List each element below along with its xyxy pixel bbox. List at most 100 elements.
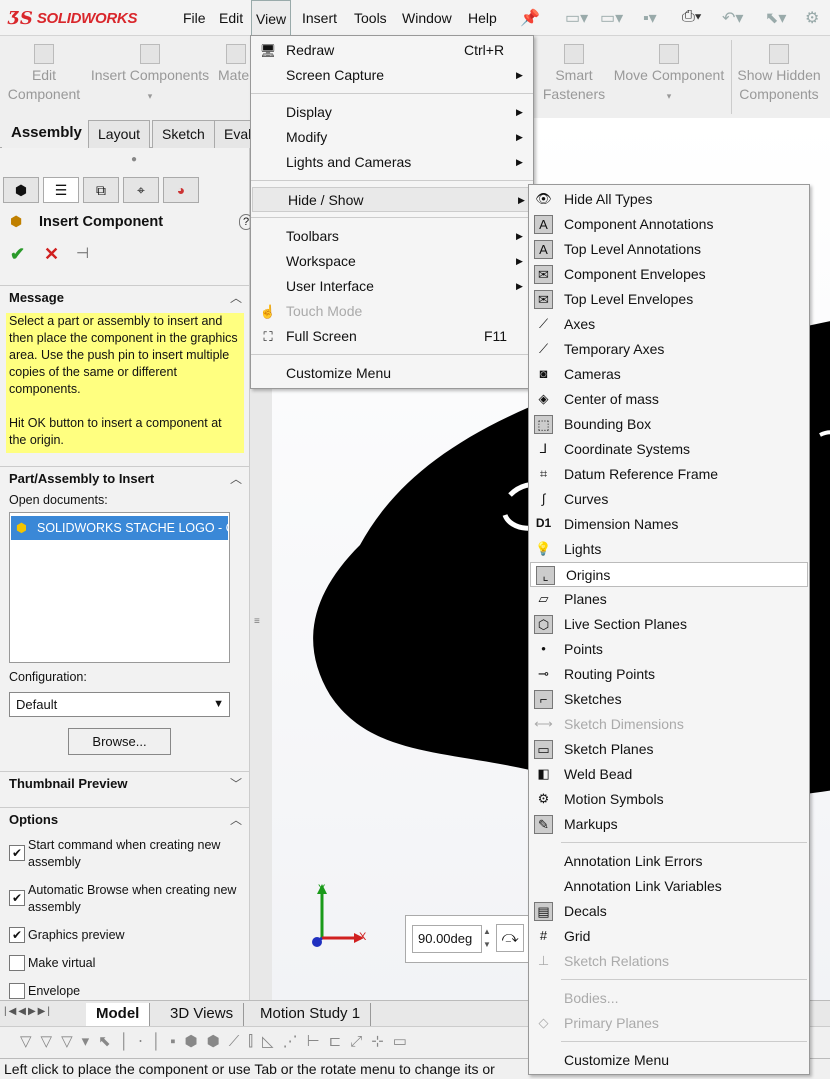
message-section-header[interactable]: Message ︿ xyxy=(0,285,250,309)
hide-show-menu-item[interactable]: ⊸ Routing Points xyxy=(529,662,809,687)
hide-show-menu-item[interactable]: ✉ Top Level Envelopes xyxy=(529,287,809,312)
hide-show-menu-item[interactable]: ⌗ Datum Reference Frame xyxy=(529,462,809,487)
rebuild-icon[interactable]: ⚙ xyxy=(805,8,819,28)
hide-show-menu-item[interactable]: ⟋ Axes xyxy=(529,312,809,337)
menu-edit[interactable]: Edit xyxy=(215,0,247,36)
open-document-icon[interactable]: ▭▾ xyxy=(600,8,623,28)
menu-view[interactable]: View xyxy=(251,0,292,35)
tab-3d-views[interactable]: 3D Views xyxy=(160,1003,245,1027)
rotate-icon[interactable]: ⤼ xyxy=(496,924,524,952)
view-menu-item[interactable]: Display ▶ xyxy=(251,100,533,125)
featuremanager-tab-icon[interactable]: ⬢ xyxy=(3,177,39,203)
hide-show-menu-item[interactable]: ▤ Decals xyxy=(529,899,809,924)
hide-show-menu-item[interactable]: ⚙ Motion Symbols xyxy=(529,787,809,812)
view-menu-item[interactable]: Screen Capture ▶ xyxy=(251,63,533,88)
configuration-select[interactable]: Default ▼ xyxy=(9,692,230,717)
hide-show-menu-item[interactable]: ✎ Markups xyxy=(529,812,809,837)
hide-show-menu-item[interactable]: ⌐ Sketches xyxy=(529,687,809,712)
open-documents-list[interactable]: ⬢ SOLIDWORKS STACHE LOGO - C xyxy=(9,512,230,663)
show-hidden-components-button[interactable]: Show Hidden Components xyxy=(734,36,824,118)
hide-show-menu-item[interactable]: ⟋ Temporary Axes xyxy=(529,337,809,362)
smart-fasteners-button[interactable]: Smart Fasteners xyxy=(538,36,610,118)
pin-menu-icon[interactable]: 📌 xyxy=(520,8,540,28)
menu-help[interactable]: Help xyxy=(464,0,501,36)
make-virtual-checkbox[interactable] xyxy=(9,955,25,971)
propertymanager-tab-icon[interactable]: ☰ xyxy=(43,177,79,203)
cancel-x-icon[interactable]: ✕ xyxy=(44,244,59,265)
hide-show-menu-item[interactable]: ▱ Planes xyxy=(529,587,809,612)
move-component-button[interactable]: Move Component ▾ xyxy=(610,36,728,118)
hide-show-menu-item[interactable]: 👁 Hide All Types xyxy=(529,187,809,212)
options-section-header[interactable]: Options ︿ xyxy=(0,807,250,831)
insert-components-button[interactable]: Insert Components ▾ xyxy=(88,36,212,118)
hide-show-menu-item[interactable]: ∫ Curves xyxy=(529,487,809,512)
part-assembly-section-header[interactable]: Part/Assembly to Insert ︿ xyxy=(0,466,250,490)
view-menu-item[interactable]: Workspace ▶ xyxy=(251,249,533,274)
push-pin-icon[interactable]: ⊣ xyxy=(76,244,89,262)
tab-assembly[interactable]: Assembly xyxy=(2,120,91,148)
tab-scroll-arrows-icon[interactable]: |◀◀▶▶| xyxy=(4,1006,52,1017)
menu-insert[interactable]: Insert xyxy=(298,0,341,36)
hide-show-menu-item[interactable]: ✉ Component Envelopes xyxy=(529,262,809,287)
view-menu-item[interactable]: Hide / Show ▶ xyxy=(252,187,532,212)
print-icon[interactable]: ⎙▾ xyxy=(682,8,702,28)
start-command-checkbox[interactable]: ✔ xyxy=(9,845,25,861)
tab-sketch[interactable]: Sketch xyxy=(152,120,215,148)
view-menu-item[interactable]: Lights and Cameras ▶ xyxy=(251,150,533,175)
hide-show-menu-item[interactable]: ◈ Center of mass xyxy=(529,387,809,412)
hide-show-menu-item[interactable]: D1 Dimension Names xyxy=(529,512,809,537)
hide-show-menu-item[interactable]: Customize Menu xyxy=(529,1048,809,1073)
new-document-icon[interactable]: ▭▾ xyxy=(565,8,588,28)
hide-show-menu-item[interactable]: ⬚ Bounding Box xyxy=(529,412,809,437)
view-menu-item[interactable]: Modify ▶ xyxy=(251,125,533,150)
hide-show-menu-item[interactable]: ▭ Sketch Planes xyxy=(529,737,809,762)
envelope-checkbox[interactable] xyxy=(9,983,25,999)
hide-show-menu-item[interactable]: ◧ Weld Bead xyxy=(529,762,809,787)
select-icon[interactable]: ⬉▾ xyxy=(765,8,786,28)
menu-window[interactable]: Window xyxy=(398,0,456,36)
displaymanager-tab-icon[interactable]: ◕ xyxy=(163,177,199,203)
menu-file[interactable]: File xyxy=(179,0,210,36)
hide-show-menu-item[interactable]: ⬡ Live Section Planes xyxy=(529,612,809,637)
rotate-angle-input[interactable]: 90.00deg xyxy=(412,925,482,953)
tab-layout[interactable]: Layout xyxy=(88,120,151,148)
filter-icons[interactable]: ▽▽▽▾⬉│⋅│▪⬢⬢⟋⫿◺⋰⊢⊏⤢⊹▭ xyxy=(20,1032,416,1050)
edit-component-button[interactable]: Edit Component xyxy=(6,36,82,118)
automatic-browse-checkbox[interactable]: ✔ xyxy=(9,890,25,906)
collapse-handle-icon[interactable]: ● xyxy=(131,154,137,165)
configurationmanager-tab-icon[interactable]: ⧉ xyxy=(83,177,119,203)
tab-model[interactable]: Model xyxy=(86,1003,151,1027)
list-item[interactable]: ⬢ SOLIDWORKS STACHE LOGO - C xyxy=(11,516,228,540)
hide-show-menu-item[interactable]: ⌞ Origins xyxy=(530,562,808,587)
hide-show-menu-item[interactable]: # Grid xyxy=(529,924,809,949)
browse-button[interactable]: Browse... xyxy=(68,728,171,755)
mate-button[interactable]: Mate xyxy=(218,36,250,118)
angle-spinner[interactable]: ▲ ▼ xyxy=(483,925,491,951)
tab-motion-study[interactable]: Motion Study 1 xyxy=(250,1003,372,1027)
hide-show-menu-item[interactable]: • Points xyxy=(529,637,809,662)
thumbnail-preview-section-header[interactable]: Thumbnail Preview ﹀ xyxy=(0,771,250,795)
undo-icon[interactable]: ↶▾ xyxy=(722,8,743,28)
hide-show-menu-item[interactable]: Annotation Link Variables xyxy=(529,874,809,899)
save-icon[interactable]: ▪▾ xyxy=(643,8,657,28)
hide-show-menu-item[interactable]: 💡 Lights xyxy=(529,537,809,562)
dimxpertmanager-tab-icon[interactable]: ⌖ xyxy=(123,177,159,203)
hide-show-menu-item[interactable]: Annotation Link Errors xyxy=(529,849,809,874)
menu-item-label: User Interface xyxy=(286,278,374,294)
view-menu-item[interactable]: Toolbars ▶ xyxy=(251,224,533,249)
view-menu-item[interactable]: 🖥 Redraw Ctrl+R xyxy=(251,38,533,63)
view-menu-item[interactable]: ⛶ Full Screen F11 xyxy=(251,324,533,349)
hide-show-menu-item[interactable]: ⅃ Coordinate Systems xyxy=(529,437,809,462)
option-label: Envelope xyxy=(28,984,81,998)
graphics-preview-checkbox[interactable]: ✔ xyxy=(9,927,25,943)
ok-check-icon[interactable]: ✔ xyxy=(10,244,25,265)
hide-show-menu-item[interactable]: A Top Level Annotations xyxy=(529,237,809,262)
view-menu-item[interactable]: User Interface ▶ xyxy=(251,274,533,299)
tab-evaluate[interactable]: Eval xyxy=(214,120,254,148)
view-menu-item[interactable]: Customize Menu xyxy=(251,361,533,386)
menu-item-label: Display xyxy=(286,104,332,120)
menu-tools[interactable]: Tools xyxy=(350,0,391,36)
solidworks-logo[interactable]: ƷS SOLIDWORKS xyxy=(8,4,158,32)
hide-show-menu-item[interactable]: ◙ Cameras xyxy=(529,362,809,387)
hide-show-menu-item[interactable]: A Component Annotations xyxy=(529,212,809,237)
